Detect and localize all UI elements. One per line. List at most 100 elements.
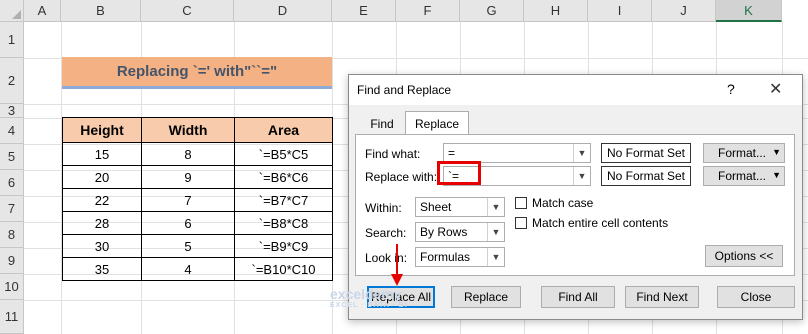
row-header-8[interactable]: 8 [0,222,24,248]
chevron-down-icon[interactable]: ▼ [573,167,590,185]
table-cell[interactable]: `=B10*C10 [234,257,333,281]
find-what-value: = [448,146,456,160]
table-cell[interactable]: `=B8*C8 [234,211,333,235]
find-next-button[interactable]: Find Next [625,286,699,308]
chevron-down-icon: ▼ [772,147,781,157]
column-header-h[interactable]: H [524,0,588,22]
find-format-button-label: Format... [718,146,767,160]
table-cell[interactable]: 20 [62,165,142,189]
table-row: 22 7 `=B7*C7 [62,188,333,212]
table-row: 28 6 `=B8*C8 [62,211,333,235]
find-format-preview: No Format Set [601,143,691,163]
replace-format-button[interactable]: Format... ▼ [703,166,785,186]
table-cell[interactable]: 22 [62,188,142,212]
row-header-1[interactable]: 1 [0,22,24,58]
table-header-row: Height Width Area [62,117,333,143]
select-all-triangle-icon [12,10,21,19]
table-cell[interactable]: 15 [62,142,142,166]
table-cell[interactable]: 5 [141,234,235,258]
column-header-g[interactable]: G [460,0,524,22]
row-header-10[interactable]: 10 [0,274,24,300]
table-cell[interactable]: `=B7*C7 [234,188,333,212]
tab-replace-label: Replace [414,116,460,131]
column-header-d[interactable]: D [234,0,332,22]
table-cell[interactable]: 4 [141,257,235,281]
look-in-value: Formulas [420,250,471,264]
row-header-2[interactable]: 2 [0,58,24,104]
column-header-a[interactable]: A [24,0,61,22]
sheet-title-cell[interactable]: Replacing `=' with"``=" [62,57,332,89]
watermark-tagline: EXCEL · DATA · BI [330,302,408,309]
chevron-down-icon[interactable]: ▼ [487,223,504,241]
close-icon[interactable]: ✕ [769,79,782,99]
find-what-input[interactable]: = ▼ [443,143,591,163]
table-row: 35 4 `=B10*C10 [62,257,333,281]
find-format-button[interactable]: Format... ▼ [703,143,785,163]
highlight-box [437,161,481,185]
chevron-down-icon[interactable]: ▼ [573,144,590,162]
find-replace-dialog: Find and Replace ? ✕ Find Replace Find w… [348,74,803,320]
look-in-select[interactable]: Formulas ▼ [415,247,505,267]
match-entire-label[interactable]: Match entire cell contents [532,216,668,230]
tab-replace[interactable]: Replace [405,111,469,135]
chevron-down-icon: ▼ [772,170,781,180]
row-header-7[interactable]: 7 [0,196,24,222]
close-button[interactable]: Close [717,286,795,308]
select-all-corner[interactable] [0,0,24,22]
search-label: Search: [365,226,407,240]
options-button[interactable]: Options << [705,245,783,267]
table-cell[interactable]: `=B5*C5 [234,142,333,166]
table-cell[interactable]: 6 [141,211,235,235]
table-header-width[interactable]: Width [141,117,235,143]
row-header-6[interactable]: 6 [0,170,24,196]
watermark-logo: exceldemy EXCEL · DATA · BI [330,286,408,309]
chevron-down-icon[interactable]: ▼ [487,198,504,216]
column-header-k[interactable]: K [716,0,782,22]
table-cell[interactable]: 30 [62,234,142,258]
table-cell[interactable]: 8 [141,142,235,166]
match-case-label[interactable]: Match case [532,196,593,210]
table-cell[interactable]: `=B9*C9 [234,234,333,258]
column-header-e[interactable]: E [332,0,396,22]
dialog-title: Find and Replace [357,83,452,97]
table-header-area[interactable]: Area [234,117,333,143]
replace-format-preview: No Format Set [601,166,691,186]
column-header-b[interactable]: B [61,0,141,22]
table-cell[interactable]: 35 [62,257,142,281]
chevron-down-icon[interactable]: ▼ [487,248,504,266]
within-select[interactable]: Sheet ▼ [415,197,505,217]
row-header-9[interactable]: 9 [0,248,24,274]
tab-find[interactable]: Find [359,113,405,135]
search-select[interactable]: By Rows ▼ [415,222,505,242]
dialog-titlebar[interactable]: Find and Replace ? ✕ [349,75,802,105]
table-cell[interactable]: `=B6*C6 [234,165,333,189]
within-value: Sheet [420,200,452,214]
red-arrow-icon [391,244,403,286]
table-cell[interactable]: 9 [141,165,235,189]
tab-find-label: Find [370,117,394,131]
replace-with-label: Replace with: [365,170,438,184]
column-header-f[interactable]: F [396,0,460,22]
find-what-label: Find what: [365,147,421,161]
row-header-11[interactable]: 11 [0,300,24,334]
table-row: 20 9 `=B6*C6 [62,165,333,189]
row-header-5[interactable]: 5 [0,144,24,170]
row-header-4[interactable]: 4 [0,118,24,144]
replace-format-button-label: Format... [718,169,767,183]
column-header-j[interactable]: J [652,0,716,22]
find-all-button[interactable]: Find All [541,286,615,308]
replace-button[interactable]: Replace [451,286,521,308]
table-header-height[interactable]: Height [62,117,142,143]
data-table: Height Width Area 15 8 `=B5*C5 20 9 `=B6… [62,117,333,281]
table-row: 30 5 `=B9*C9 [62,234,333,258]
search-value: By Rows [420,225,468,239]
table-cell[interactable]: 7 [141,188,235,212]
column-header-c[interactable]: C [141,0,234,22]
help-icon[interactable]: ? [727,81,735,97]
table-cell[interactable]: 28 [62,211,142,235]
match-entire-checkbox[interactable] [515,217,527,229]
match-case-checkbox[interactable] [515,197,527,209]
row-header-3[interactable]: 3 [0,103,24,118]
column-header-i[interactable]: I [588,0,652,22]
watermark-name: exceldemy [330,286,402,302]
